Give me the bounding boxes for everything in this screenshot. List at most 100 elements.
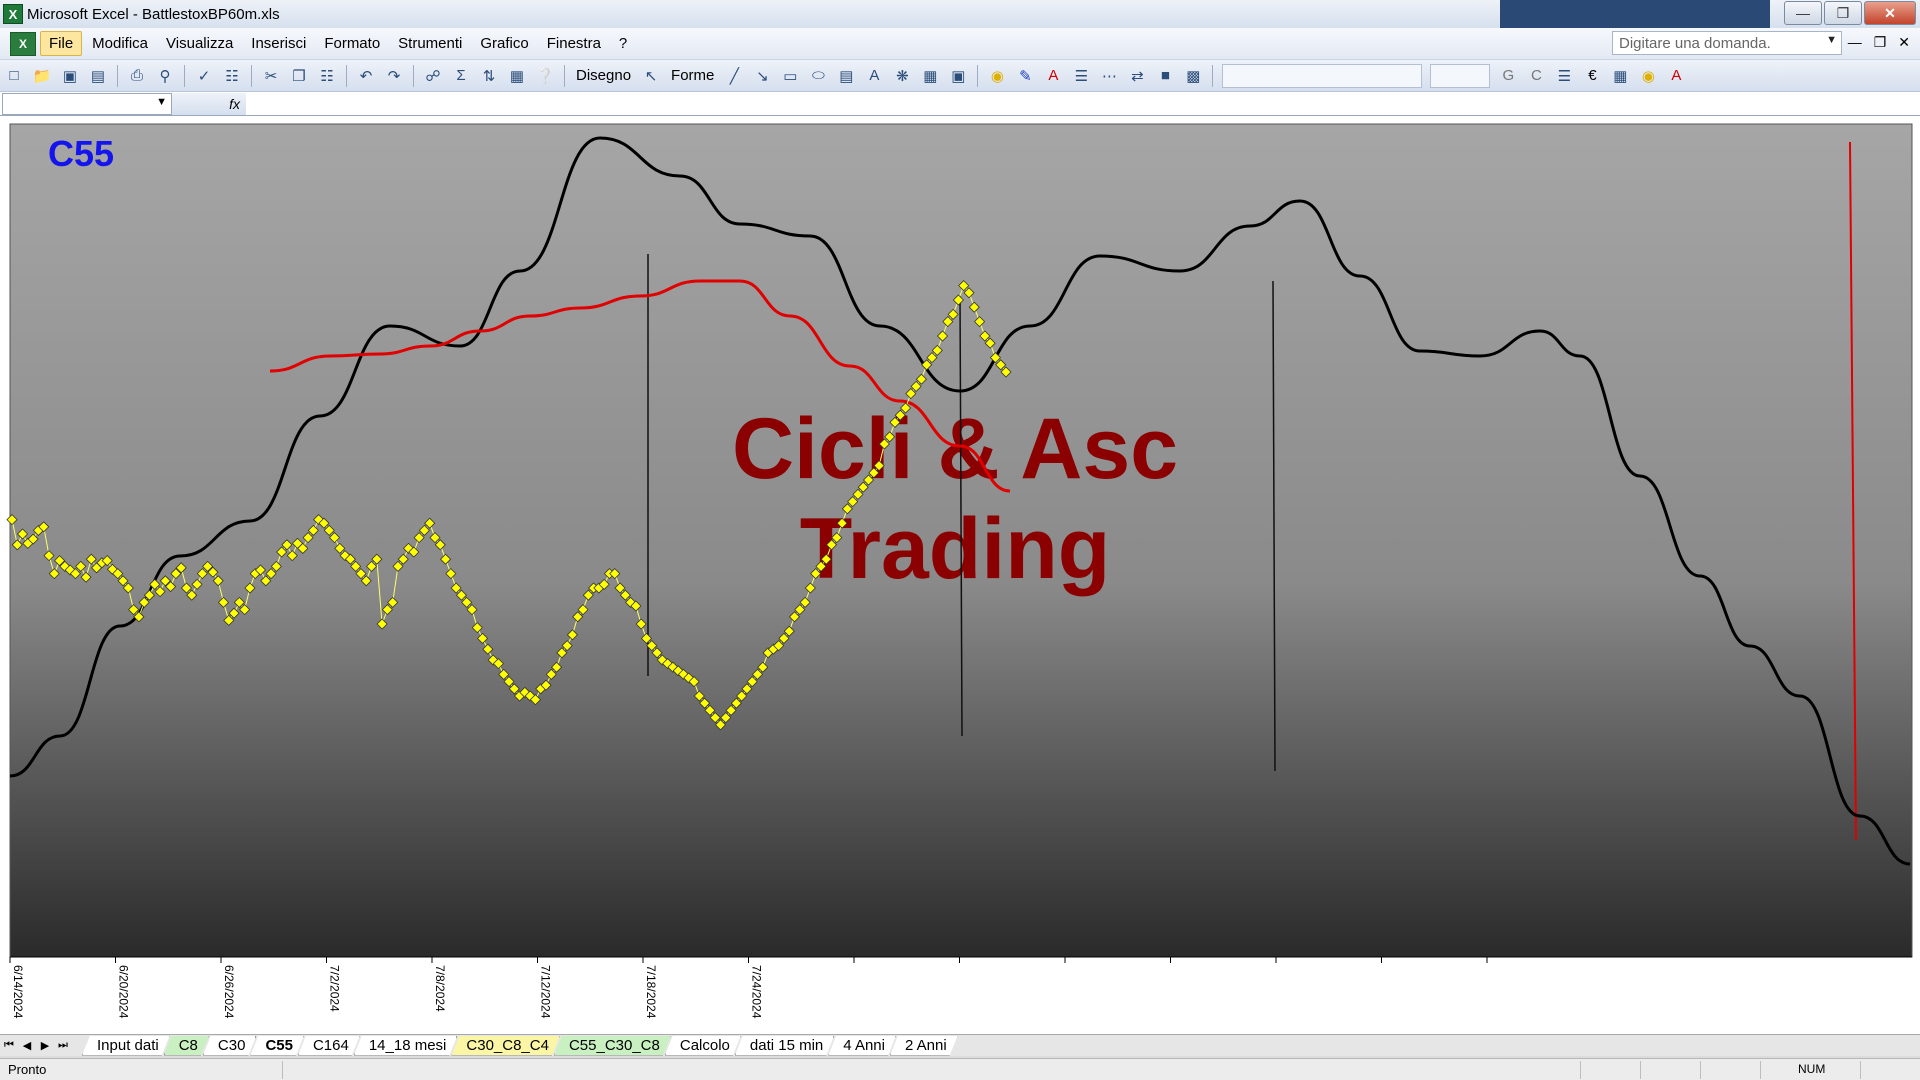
num-lock-indicator: NUM [1798,1062,1826,1076]
menu-strumenti[interactable]: Strumenti [390,32,470,55]
sheet-tab[interactable]: Input dati [82,1036,170,1056]
doc-close-button[interactable]: ✕ [1898,34,1910,51]
autoshapes-menu-button[interactable]: Forme [671,67,714,84]
drawing-menu-button[interactable]: Disegno [576,67,631,84]
diagram-icon[interactable]: ❋ [891,65,913,87]
cut-icon[interactable]: ✂ [260,65,282,87]
spelling-icon[interactable]: ✓ [193,65,215,87]
oval-tool-icon[interactable]: ⬭ [807,65,829,87]
close-button[interactable]: ✕ [1864,1,1916,25]
font-name-combo[interactable] [1222,63,1423,88]
save-icon[interactable]: ▣ [59,65,81,87]
research-icon[interactable]: ☷ [221,65,243,87]
euro-button[interactable]: € [1581,65,1603,87]
status-divider [1640,1061,1641,1079]
cell-fill-icon[interactable]: ◉ [1637,65,1659,87]
chart[interactable]: C55 Cicli & Asc Trading 6/14/2024 6/20/20… [0,116,1920,1034]
sheet-tab[interactable]: 2 Anni [890,1036,958,1056]
clipart-icon[interactable]: ▦ [919,65,941,87]
maximize-button[interactable]: ❐ [1824,1,1862,25]
doc-restore-button[interactable]: ❐ [1874,34,1887,51]
first-sheet-icon[interactable]: ⏮ [0,1039,18,1052]
new-document-icon[interactable]: □ [3,65,25,87]
undo-icon[interactable]: ↶ [355,65,377,87]
bold-button[interactable]: G [1497,65,1519,87]
menu-grafico[interactable]: Grafico [472,32,536,55]
menu-modifica[interactable]: Modifica [84,32,156,55]
arrow-tool-icon[interactable]: ↘ [751,65,773,87]
chevron-down-icon[interactable]: ▼ [156,96,167,108]
chart-area[interactable]: C55 Cicli & Asc Trading 6/14/2024 6/20/20… [0,116,1920,1036]
fill-color-icon[interactable]: ◉ [986,65,1008,87]
permission-icon[interactable]: ▤ [87,65,109,87]
menu-file[interactable]: File [40,31,83,56]
cell-font-color-icon[interactable]: A [1665,65,1687,87]
ask-question-input[interactable]: Digitare una domanda. ▼ [1612,31,1842,55]
sheet-tab[interactable]: C30 [203,1036,257,1056]
dash-style-icon[interactable]: ⋯ [1098,65,1120,87]
font-color-icon[interactable]: A [1042,65,1064,87]
menu-help[interactable]: ? [611,32,635,55]
wordart-icon[interactable]: A [863,65,885,87]
align-center-icon[interactable]: ☰ [1553,65,1575,87]
doc-minimize-button[interactable]: — [1848,34,1862,51]
italic-button[interactable]: C [1525,65,1547,87]
sheet-tab[interactable]: C55_C30_C8 [554,1036,671,1056]
prev-sheet-icon[interactable]: ◀ [18,1039,36,1052]
picture-icon[interactable]: ▣ [947,65,969,87]
last-sheet-icon[interactable]: ⏭ [54,1039,72,1052]
line-style-icon[interactable]: ☰ [1070,65,1092,87]
print-preview-icon[interactable]: ⚲ [154,65,176,87]
document-window-controls: — ❐ ✕ [1848,34,1910,51]
sort-icon[interactable]: ⇅ [478,65,500,87]
chart-wizard-icon[interactable]: ▦ [506,65,528,87]
x-tick-label: 6/14/2024 [11,965,25,1019]
copy-icon[interactable]: ❐ [288,65,310,87]
borders-icon[interactable]: ▦ [1609,65,1631,87]
sheet-tab[interactable]: 4 Anni [828,1036,896,1056]
chart-title: C55 [48,133,114,174]
menu-visualizza[interactable]: Visualizza [158,32,241,55]
open-folder-icon[interactable]: 📁 [31,65,53,87]
sheet-tab[interactable]: dati 15 min [735,1036,834,1056]
hyperlink-icon[interactable]: ☍ [422,65,444,87]
status-divider [1580,1061,1581,1079]
next-sheet-icon[interactable]: ▶ [36,1039,54,1052]
window-title: Microsoft Excel - BattlestoxBP60m.xls [27,5,280,23]
autosum-icon[interactable]: Σ [450,65,472,87]
fx-icon[interactable]: fx [172,92,246,115]
name-box[interactable]: ▼ [2,92,172,115]
sheet-tab[interactable]: C8 [164,1036,209,1056]
chevron-down-icon[interactable]: ▼ [1826,34,1837,46]
line-color-icon[interactable]: ✎ [1014,65,1036,87]
rectangle-tool-icon[interactable]: ▭ [779,65,801,87]
menu-inserisci[interactable]: Inserisci [243,32,314,55]
line-tool-icon[interactable]: ╱ [723,65,745,87]
print-icon[interactable]: ⎙ [126,65,148,87]
status-divider [1860,1061,1861,1079]
x-tick-label: 7/18/2024 [644,965,658,1019]
sheet-tab[interactable]: C30_C8_C4 [451,1036,560,1056]
shadow-icon[interactable]: ■ [1154,65,1176,87]
redo-icon[interactable]: ↷ [383,65,405,87]
sheet-tab[interactable]: C164 [298,1036,360,1056]
menu-formato[interactable]: Formato [316,32,388,55]
select-objects-icon[interactable]: ↖ [640,65,662,87]
formula-bar: ▼ fx [0,92,1920,116]
sheet-tab[interactable]: C55 [250,1036,304,1056]
workbook-icon[interactable]: X [10,31,36,56]
3d-icon[interactable]: ▩ [1182,65,1204,87]
font-size-combo[interactable] [1430,63,1491,88]
excel-icon: X [3,4,23,24]
sheet-tab[interactable]: 14_18 mesi [354,1036,458,1056]
status-divider [282,1061,283,1079]
paste-icon[interactable]: ☷ [316,65,338,87]
help-icon[interactable]: ❔ [534,65,556,87]
arrow-style-icon[interactable]: ⇄ [1126,65,1148,87]
textbox-tool-icon[interactable]: ▤ [835,65,857,87]
sheet-tab[interactable]: Calcolo [665,1036,741,1056]
toolbar-separator [977,64,979,87]
minimize-button[interactable]: — [1784,1,1822,25]
menu-finestra[interactable]: Finestra [539,32,609,55]
x-tick-label: 7/24/2024 [750,965,764,1019]
